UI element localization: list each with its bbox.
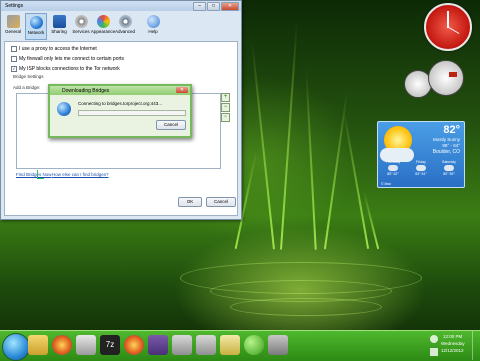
tor-onion-icon[interactable] (244, 335, 264, 355)
checkbox[interactable] (11, 56, 17, 62)
minimize-button[interactable]: – (193, 2, 206, 11)
dialog-title: Downloading Bridges (62, 87, 110, 94)
network-tray-icon[interactable] (430, 335, 438, 343)
meter-needle-icon (449, 72, 457, 77)
find-bridges-now-link[interactable]: Find Bridges Now (16, 172, 52, 177)
tab-appearance[interactable]: Appearance (91, 13, 115, 38)
clock-minute-hand (446, 26, 460, 34)
ok-button[interactable]: OK (178, 197, 202, 207)
cloud-icon (388, 165, 398, 171)
add-bridge-label: Add a Bridge: (13, 85, 41, 90)
app-icon[interactable] (268, 335, 288, 355)
proxy-checkbox[interactable]: I use a proxy to access the Internet (11, 46, 97, 52)
dialog-message: Connecting to bridges.torproject.org:443… (78, 101, 163, 106)
firewall-checkbox[interactable]: My firewall only lets me connect to cert… (11, 56, 124, 62)
add-bridge-icon[interactable]: + (221, 93, 230, 102)
cancel-button[interactable]: Cancel (206, 197, 236, 207)
start-button[interactable] (2, 333, 30, 361)
tray-day[interactable]: Wednesday (441, 341, 465, 346)
bridge-settings-label: Bridge Settings (13, 74, 44, 79)
forecast-row: Thursday 85° 62° Friday 83° 61° Saturday… (380, 160, 462, 176)
settings-toolbar: General Network Sharing Services Appeara… (3, 13, 163, 40)
tab-general[interactable]: General (3, 13, 23, 38)
isp-blocks-checkbox[interactable]: ✓ My ISP blocks connections to the Tor n… (11, 66, 120, 72)
dialog-titlebar[interactable]: Downloading Bridges (50, 86, 190, 95)
cog-icon (118, 15, 132, 28)
remove-bridge-icon[interactable]: − (221, 103, 230, 112)
tray-time[interactable]: 12:00 PM (443, 334, 462, 339)
tab-services[interactable]: Services (71, 13, 91, 38)
tab-network[interactable]: Network (25, 13, 47, 40)
globe-icon (29, 16, 43, 29)
tab-sharing[interactable]: Sharing (49, 13, 69, 38)
dialog-close-button[interactable]: ✕ (176, 87, 188, 93)
tab-help[interactable]: Help (143, 13, 163, 38)
taskbar: 7z 12:00 PM Wednesday 12/12/2012 (0, 330, 480, 361)
checkbox[interactable] (11, 46, 17, 52)
weather-gadget[interactable]: 82° Mostly Sunny 88° - 64° Boulder, CO T… (377, 121, 465, 188)
tools-icon (6, 15, 20, 28)
globe-icon (57, 102, 71, 116)
firefox-icon[interactable] (124, 335, 144, 355)
checkbox-checked[interactable]: ✓ (11, 66, 17, 72)
cpu-meter-gadget[interactable] (402, 60, 468, 104)
progress-bar (78, 110, 186, 116)
forecast-day: Friday 83° 61° (415, 160, 427, 176)
help-icon (146, 15, 160, 28)
notes-icon[interactable] (220, 335, 240, 355)
weather-temp: 82° (443, 124, 460, 136)
flag-icon (52, 15, 66, 28)
window-title: Settings (5, 3, 24, 9)
tray-date[interactable]: 12/12/2012 (441, 348, 464, 353)
gears-icon (74, 15, 88, 28)
calculator-icon[interactable] (76, 335, 96, 355)
memory-dial-icon (428, 60, 464, 96)
close-button[interactable]: ✕ (221, 2, 239, 11)
palette-icon (96, 15, 110, 28)
weather-hi-lo: 88° - 64° (442, 143, 460, 148)
volume-tray-icon[interactable] (430, 348, 438, 356)
app-icon[interactable] (148, 335, 168, 355)
how-else-link[interactable]: How else can I find bridges? (52, 172, 109, 177)
weather-source: © Msn (381, 182, 392, 186)
forecast-day: Saturday 80° 59° (441, 160, 456, 176)
forecast-day: Thursday 85° 62° (385, 160, 401, 176)
app-icon[interactable] (196, 335, 216, 355)
weather-condition: Mostly Sunny (432, 137, 460, 142)
cloud-icon (416, 165, 426, 171)
firefox-icon[interactable] (52, 335, 72, 355)
rain-cloud-icon (444, 165, 454, 171)
weather-location: Boulder, CO (432, 149, 460, 155)
7zip-icon[interactable]: 7z (100, 335, 120, 355)
tab-advanced[interactable]: Advanced (115, 13, 135, 38)
app-icon[interactable] (172, 335, 192, 355)
downloading-bridges-dialog: Downloading Bridges ✕ Connecting to brid… (48, 84, 192, 138)
clock-gadget[interactable] (424, 3, 472, 51)
copy-bridge-icon[interactable]: ▫ (221, 113, 230, 122)
folder-icon[interactable] (28, 335, 48, 355)
show-desktop-button[interactable] (472, 331, 480, 360)
cursor-icon (37, 170, 44, 179)
maximize-button[interactable]: □ (207, 2, 220, 11)
dialog-cancel-button[interactable]: Cancel (156, 120, 186, 130)
